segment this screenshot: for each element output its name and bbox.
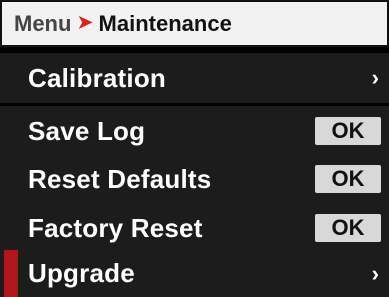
menu-item-label: Calibration — [28, 62, 166, 93]
chevron-right-icon: › — [371, 65, 379, 90]
selection-indicator — [4, 250, 18, 297]
factory-reset-ok-button[interactable]: OK — [315, 214, 381, 242]
arrow-right-icon: ➤ — [77, 12, 93, 32]
breadcrumb-root[interactable]: Menu — [14, 11, 71, 37]
reset-defaults-ok-button[interactable]: OK — [315, 165, 381, 193]
menu-item-save-log[interactable]: Save Log OK — [0, 106, 389, 156]
breadcrumb: Menu ➤ Maintenance — [0, 0, 389, 47]
chevron-right-icon: › — [371, 260, 379, 286]
menu-item-reset-defaults[interactable]: Reset Defaults OK — [0, 154, 389, 204]
save-log-ok-button[interactable]: OK — [315, 117, 381, 145]
menu-item-label: Factory Reset — [28, 212, 203, 243]
menu-item-upgrade[interactable]: Upgrade › — [0, 250, 389, 297]
maintenance-menu-screen: Menu ➤ Maintenance Calibration › Save Lo… — [0, 0, 389, 297]
menu-item-label: Upgrade — [28, 258, 135, 288]
menu-item-label: Save Log — [28, 115, 146, 146]
menu-item-factory-reset[interactable]: Factory Reset OK — [0, 203, 389, 253]
page-title: Maintenance — [98, 10, 232, 36]
menu-item-label: Reset Defaults — [28, 163, 212, 194]
menu-item-calibration[interactable]: Calibration › — [0, 53, 389, 103]
